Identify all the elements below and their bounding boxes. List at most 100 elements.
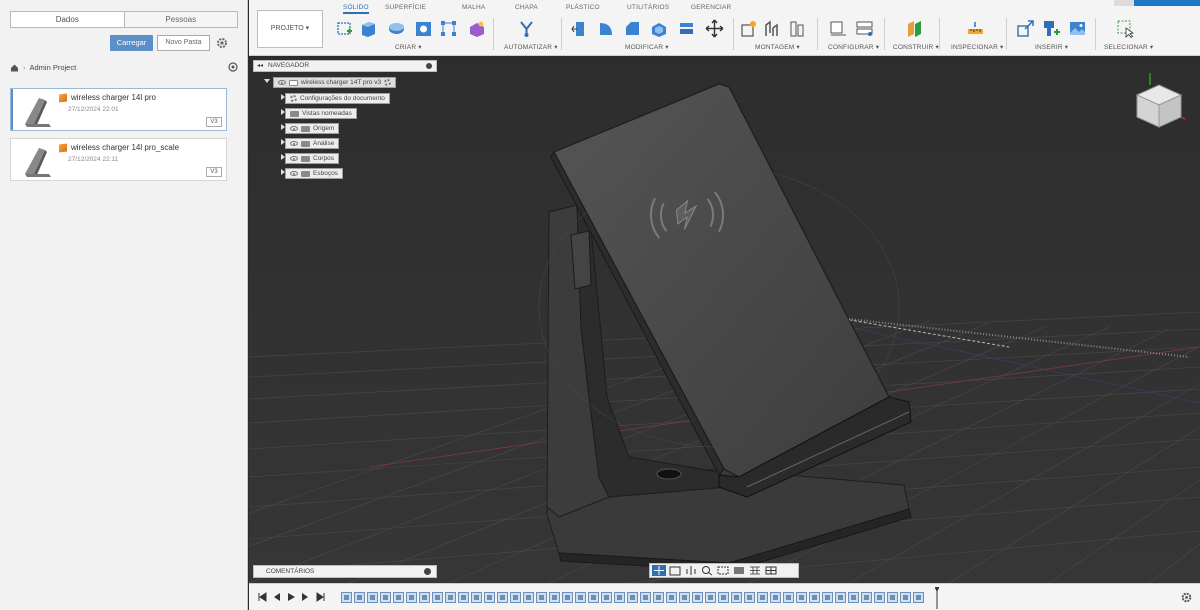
- visibility-icon[interactable]: [290, 141, 298, 146]
- timeline-feature-icon[interactable]: [835, 592, 846, 603]
- timeline-feature-icon[interactable]: [380, 592, 391, 603]
- home-icon[interactable]: [10, 63, 19, 72]
- shell-icon[interactable]: [649, 19, 668, 38]
- timeline-feature-icon[interactable]: [640, 592, 651, 603]
- tab-mesh[interactable]: MALHA: [462, 4, 485, 11]
- step-forward-icon[interactable]: [301, 592, 311, 602]
- timeline-feature-icon[interactable]: [419, 592, 430, 603]
- move-icon[interactable]: [705, 19, 724, 38]
- tab-sheet-metal[interactable]: CHAPA: [515, 4, 538, 11]
- select-icon[interactable]: [1116, 19, 1135, 38]
- expand-icon[interactable]: [281, 169, 285, 175]
- configure-table-icon[interactable]: [855, 19, 874, 38]
- zoom-icon[interactable]: [700, 565, 714, 576]
- project-menu-button[interactable]: PROJETO ▾: [257, 10, 323, 48]
- file-card[interactable]: wireless charger 14l pro 27/12/2024 22:0…: [10, 88, 227, 131]
- version-badge[interactable]: V3: [206, 167, 222, 177]
- fillet-icon[interactable]: [597, 19, 616, 38]
- breadcrumb-project[interactable]: Admin Project: [30, 63, 77, 72]
- timeline-marker[interactable]: [935, 587, 939, 609]
- timeline-feature-icon[interactable]: [861, 592, 872, 603]
- timeline-feature-icon[interactable]: [484, 592, 495, 603]
- group-create[interactable]: CRIAR ▾: [395, 43, 422, 51]
- timeline-feature-icon[interactable]: [367, 592, 378, 603]
- timeline-feature-icon[interactable]: [913, 592, 924, 603]
- browser-item-analysis[interactable]: Análise: [281, 138, 340, 149]
- timeline-feature-icon[interactable]: [432, 592, 443, 603]
- expand-icon[interactable]: [281, 109, 285, 115]
- tab-data[interactable]: Dados: [11, 12, 125, 27]
- browser-root-row[interactable]: wireless charger 14T pro v3: [264, 77, 397, 88]
- timeline-feature-icon[interactable]: [497, 592, 508, 603]
- browser-item-sketches[interactable]: Esboços: [281, 168, 343, 179]
- display-settings-icon[interactable]: [732, 565, 746, 576]
- timeline-feature-icon[interactable]: [783, 592, 794, 603]
- fit-icon[interactable]: [716, 565, 730, 576]
- timeline-feature-icon[interactable]: [445, 592, 456, 603]
- gear-icon[interactable]: [216, 37, 228, 49]
- timeline-feature-icon[interactable]: [848, 592, 859, 603]
- 3d-viewport[interactable]: ◂◂ NAVEGADOR wireless charger 14T pro v3…: [249, 57, 1200, 583]
- expand-icon[interactable]: [281, 124, 285, 130]
- automate-icon[interactable]: [517, 19, 536, 38]
- measure-icon[interactable]: [966, 19, 985, 38]
- timeline-feature-icon[interactable]: [354, 592, 365, 603]
- timeline-feature-icon[interactable]: [471, 592, 482, 603]
- group-insert[interactable]: INSERIR ▾: [1035, 43, 1068, 51]
- create-form-icon[interactable]: [467, 19, 486, 38]
- grid-settings-icon[interactable]: [748, 565, 762, 576]
- visibility-icon[interactable]: [290, 156, 298, 161]
- combine-icon[interactable]: [677, 19, 696, 38]
- timeline-feature-icon[interactable]: [822, 592, 833, 603]
- tab-manage[interactable]: GERENCIAR: [691, 4, 731, 11]
- group-modify[interactable]: MODIFICAR ▾: [625, 43, 669, 51]
- timeline-feature-icon[interactable]: [705, 592, 716, 603]
- new-folder-button[interactable]: Novo Pasta: [157, 35, 210, 51]
- timeline-feature-icon[interactable]: [874, 592, 885, 603]
- hole-icon[interactable]: [414, 19, 433, 38]
- timeline-feature-icon[interactable]: [757, 592, 768, 603]
- add-comment-icon[interactable]: [424, 568, 431, 575]
- group-automate[interactable]: AUTOMATIZAR ▾: [504, 43, 558, 51]
- tab-plastic[interactable]: PLÁSTICO: [566, 4, 600, 11]
- timeline-feature-icon[interactable]: [458, 592, 469, 603]
- timeline-feature-icon[interactable]: [627, 592, 638, 603]
- look-at-icon[interactable]: [668, 565, 682, 576]
- play-icon[interactable]: [286, 592, 296, 602]
- upload-button[interactable]: Carregar: [110, 35, 153, 51]
- tab-people[interactable]: Pessoas: [124, 12, 237, 27]
- model-canvas[interactable]: [249, 57, 1200, 583]
- press-pull-icon[interactable]: [570, 19, 589, 38]
- timeline-feature-icon[interactable]: [796, 592, 807, 603]
- version-badge[interactable]: V3: [206, 117, 222, 127]
- tab-solid[interactable]: SÓLIDO: [343, 4, 369, 14]
- expand-icon[interactable]: [264, 79, 270, 83]
- timeline-feature-icon[interactable]: [406, 592, 417, 603]
- timeline-feature-icon[interactable]: [770, 592, 781, 603]
- pattern-icon[interactable]: [439, 19, 458, 38]
- timeline-feature-icon[interactable]: [653, 592, 664, 603]
- browser-root-node[interactable]: wireless charger 14T pro v3: [273, 77, 397, 88]
- revolve-icon[interactable]: [387, 19, 406, 38]
- as-built-joint-icon[interactable]: [787, 19, 806, 38]
- collapse-icon[interactable]: ◂◂: [257, 61, 263, 71]
- pan-icon[interactable]: [684, 565, 698, 576]
- group-select[interactable]: SELECIONAR ▾: [1104, 43, 1153, 51]
- timeline-feature-icon[interactable]: [718, 592, 729, 603]
- timeline-feature-icon[interactable]: [900, 592, 911, 603]
- extrude-icon[interactable]: [359, 19, 378, 38]
- chamfer-icon[interactable]: [623, 19, 642, 38]
- tab-utilities[interactable]: UTILITÁRIOS: [627, 4, 669, 11]
- timeline-feature-icon[interactable]: [692, 592, 703, 603]
- go-to-start-icon[interactable]: [257, 592, 267, 602]
- timeline-feature-icon[interactable]: [562, 592, 573, 603]
- group-construct[interactable]: CONSTRUIR ▾: [893, 43, 939, 51]
- timeline-feature-icon[interactable]: [393, 592, 404, 603]
- pin-icon[interactable]: [426, 63, 432, 69]
- orbit-icon[interactable]: [652, 565, 666, 576]
- timeline-feature-icon[interactable]: [575, 592, 586, 603]
- comments-panel[interactable]: COMENTÁRIOS: [253, 565, 437, 578]
- timeline-feature-icon[interactable]: [744, 592, 755, 603]
- group-assemble[interactable]: MONTAGEM ▾: [755, 43, 800, 51]
- tab-surface[interactable]: SUPERFÍCIE: [385, 4, 426, 11]
